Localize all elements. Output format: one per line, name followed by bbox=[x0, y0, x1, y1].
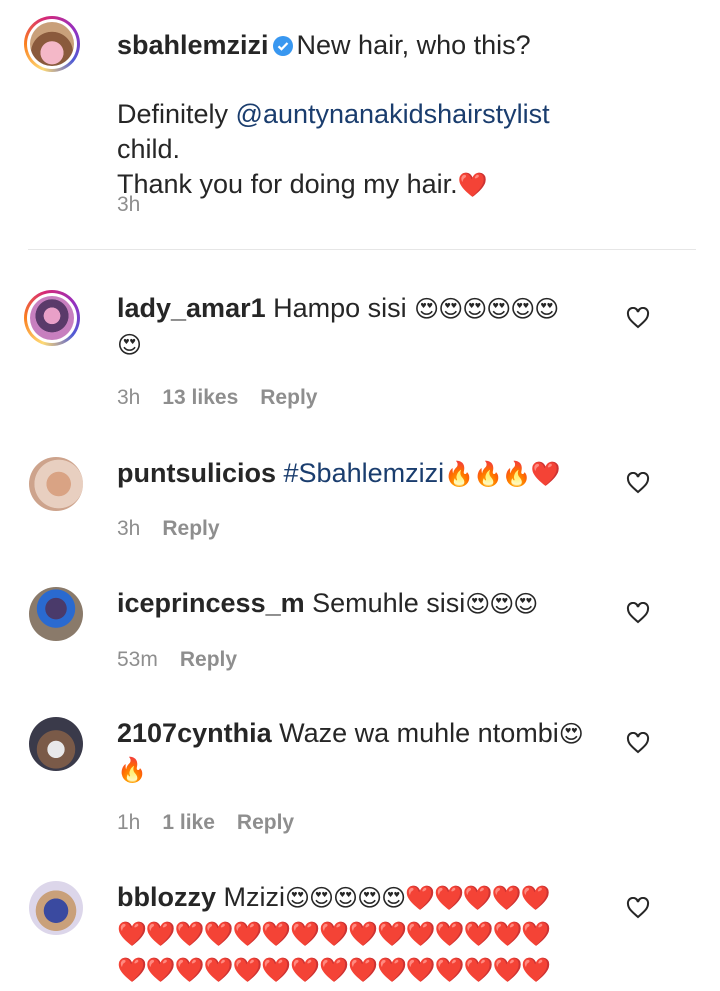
hashtag-link[interactable]: #Sbahlemzizi bbox=[284, 458, 445, 488]
avatar[interactable] bbox=[29, 717, 83, 771]
avatar[interactable] bbox=[29, 587, 83, 641]
comment-text: Hampo sisi bbox=[273, 293, 415, 323]
author-username[interactable]: sbahlemzizi bbox=[117, 30, 269, 60]
caption-line-1: New hair, who this? bbox=[296, 30, 531, 60]
comment-timestamp: 1h bbox=[117, 811, 141, 834]
comment-text: Mzizi bbox=[223, 882, 286, 912]
comment-username[interactable]: bblozzy bbox=[117, 882, 216, 912]
comment-text: Semuhle sisi bbox=[312, 588, 466, 618]
heart-outline-icon[interactable] bbox=[626, 732, 650, 754]
comment-emoji: 😍 bbox=[558, 720, 584, 748]
comment-likes[interactable]: 13 likes bbox=[162, 386, 238, 409]
heart-outline-icon[interactable] bbox=[626, 307, 650, 329]
caption-pre: Definitely bbox=[117, 99, 236, 129]
caption-line-3: Thank you for doing my hair. bbox=[117, 169, 458, 199]
comment-text: Waze wa muhle ntombi bbox=[279, 718, 559, 748]
comment-timestamp: 53m bbox=[117, 648, 158, 671]
author-avatar[interactable] bbox=[24, 16, 80, 72]
comment-likes[interactable]: 1 like bbox=[162, 811, 215, 834]
comment-emoji: 😍😍😍😍😍😍 bbox=[414, 295, 559, 323]
avatar[interactable] bbox=[29, 881, 83, 935]
comment-timestamp: 3h bbox=[117, 386, 141, 409]
avatar[interactable] bbox=[29, 457, 83, 511]
comment-emoji-line-3: ❤️❤️❤️❤️❤️❤️❤️❤️❤️❤️❤️❤️❤️❤️❤️ bbox=[117, 956, 551, 984]
mention-link[interactable]: @auntynanakidshairstylist bbox=[236, 99, 550, 129]
avatar[interactable] bbox=[24, 290, 80, 346]
comment-timestamp: 3h bbox=[117, 517, 141, 540]
reply-button[interactable]: Reply bbox=[260, 386, 317, 409]
comment-emoji: 😍😍😍😍😍❤️❤️❤️❤️❤️ bbox=[285, 884, 551, 912]
reply-button[interactable]: Reply bbox=[237, 811, 294, 834]
post-timestamp: 3h bbox=[117, 193, 141, 216]
comment-emoji-line-2: ❤️❤️❤️❤️❤️❤️❤️❤️❤️❤️❤️❤️❤️❤️❤️ bbox=[117, 920, 551, 948]
comment-username[interactable]: iceprincess_m bbox=[117, 588, 305, 618]
reply-button[interactable]: Reply bbox=[180, 648, 237, 671]
caption-post: child. bbox=[117, 134, 181, 164]
heart-outline-icon[interactable] bbox=[626, 602, 650, 624]
comment-emoji: 😍😍😍 bbox=[465, 590, 538, 618]
comment-username[interactable]: puntsulicios bbox=[117, 458, 276, 488]
comment-emoji: 🔥🔥🔥❤️ bbox=[444, 460, 561, 488]
divider bbox=[28, 249, 696, 250]
comment-emoji-line-2: 😍 bbox=[117, 331, 142, 359]
comment-username[interactable]: lady_amar1 bbox=[117, 293, 266, 323]
heart-outline-icon[interactable] bbox=[626, 472, 650, 494]
comment-emoji-line-2: 🔥 bbox=[117, 756, 147, 784]
heart-outline-icon[interactable] bbox=[626, 897, 650, 919]
caption-emoji: ❤️ bbox=[457, 171, 488, 199]
verified-badge-icon bbox=[272, 36, 293, 56]
reply-button[interactable]: Reply bbox=[162, 517, 219, 540]
comment-username[interactable]: 2107cynthia bbox=[117, 718, 272, 748]
